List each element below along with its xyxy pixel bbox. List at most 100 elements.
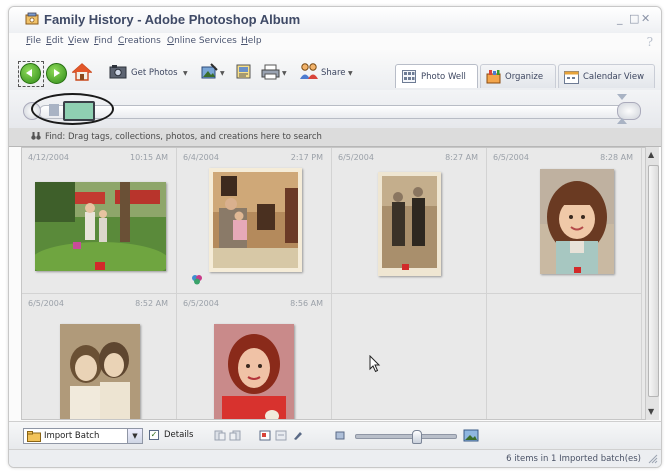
window-title: Family History - Adobe Photoshop Album <box>44 12 301 27</box>
photo-thumbnail[interactable] <box>35 182 166 271</box>
share-icon[interactable] <box>299 62 319 80</box>
photo-time: 8:28 AM <box>600 153 633 162</box>
share-dropdown-icon[interactable]: ▼ <box>348 70 353 77</box>
home-icon[interactable] <box>72 62 92 82</box>
binoculars-icon <box>31 132 41 140</box>
app-logo-icon <box>25 12 39 25</box>
bottom-toolbar: Import Batch ▼ ✓ Details <box>9 421 661 450</box>
app-window: Family History - Adobe Photoshop Album _… <box>8 6 662 468</box>
get-photos-dropdown-icon[interactable]: ▼ <box>183 70 188 77</box>
status-bar: 6 items in 1 Imported batch(es) <box>9 449 661 467</box>
photo-cell[interactable]: 6/5/2004 8:27 AM <box>332 148 487 294</box>
rotate-left-icon[interactable] <box>214 430 226 441</box>
menu-view[interactable]: View <box>68 36 89 46</box>
scroll-down-arrow-icon[interactable]: ▼ <box>648 407 654 416</box>
tag-selected-icon[interactable] <box>275 430 287 441</box>
photo-date: 6/5/2004 <box>183 299 219 308</box>
menu-file[interactable]: File <box>26 36 41 46</box>
menu-online-services[interactable]: Online Services <box>167 36 237 46</box>
arrange-select[interactable]: Import Batch ▼ <box>23 428 143 444</box>
camera-icon[interactable] <box>109 64 127 79</box>
print-dropdown-icon[interactable]: ▼ <box>282 70 287 77</box>
calendar-icon <box>564 71 579 84</box>
photo-thumbnail[interactable] <box>214 324 294 420</box>
share-button[interactable]: Share <box>321 68 346 78</box>
tab-calendar-view[interactable]: Calendar View <box>558 64 655 88</box>
scroll-up-arrow-icon[interactable]: ▲ <box>648 150 654 159</box>
vertical-scrollbar[interactable]: ▲ ▼ <box>645 147 659 420</box>
title-bar: Family History - Adobe Photoshop Album _… <box>9 7 661 33</box>
tab-calendar-view-label: Calendar View <box>583 72 645 82</box>
fix-dropdown-icon[interactable]: ▼ <box>220 70 225 77</box>
main-toolbar: Get Photos ▼ ▼ ▼ Share ▼ Photo Well Orga… <box>9 50 661 91</box>
photo-date: 6/4/2004 <box>183 153 219 162</box>
photo-cell[interactable]: 4/12/2004 10:15 AM <box>22 148 177 294</box>
close-button[interactable]: ✕ <box>641 12 650 25</box>
photo-time: 8:52 AM <box>135 299 168 308</box>
rotate-right-icon[interactable] <box>229 430 241 441</box>
empty-cell <box>332 294 487 419</box>
arrange-select-value: Import Batch <box>44 431 100 441</box>
timeline-highlight-oval <box>31 93 114 125</box>
photo-cell[interactable]: 6/5/2004 8:56 AM <box>177 294 332 420</box>
status-text: 6 items in 1 Imported batch(es) <box>506 454 641 464</box>
photo-time: 10:15 AM <box>130 153 168 162</box>
scroll-thumb[interactable] <box>648 165 659 397</box>
photo-time: 8:27 AM <box>445 153 478 162</box>
delete-icon[interactable] <box>292 430 304 441</box>
empty-cell <box>487 294 642 419</box>
details-checkbox[interactable]: ✓ <box>149 430 159 440</box>
menu-creations[interactable]: Creations <box>118 36 161 46</box>
small-thumbnail-icon[interactable] <box>335 431 345 440</box>
resize-grip-icon[interactable] <box>648 454 658 464</box>
photo-well-grid: 4/12/2004 10:15 AM 6/4/2004 2:17 PM 6/5/… <box>21 147 647 420</box>
photo-date: 6/5/2004 <box>28 299 64 308</box>
slideshow-icon[interactable] <box>235 63 252 80</box>
find-bar-text: Find: Drag tags, collections, photos, an… <box>45 132 322 142</box>
timeline-end-marker[interactable] <box>617 94 627 124</box>
photo-time: 8:56 AM <box>290 299 323 308</box>
timeline <box>9 90 661 129</box>
find-bar[interactable]: Find: Drag tags, collections, photos, an… <box>9 128 661 147</box>
chevron-down-icon[interactable]: ▼ <box>127 429 142 443</box>
timeline-track[interactable] <box>39 105 631 119</box>
menu-find[interactable]: Find <box>94 36 112 46</box>
folder-icon <box>27 431 41 442</box>
tab-photo-well-label: Photo Well <box>421 72 466 82</box>
print-icon[interactable] <box>261 64 280 80</box>
photo-well-icon <box>402 70 416 83</box>
menu-help[interactable]: Help <box>241 36 262 46</box>
help-icon[interactable]: ? <box>647 35 653 49</box>
photo-thumbnail[interactable] <box>378 172 441 276</box>
photo-cell[interactable]: 6/4/2004 2:17 PM <box>177 148 332 294</box>
back-arrow-icon[interactable] <box>20 63 41 84</box>
organize-icon <box>486 70 501 84</box>
tab-organize-label: Organize <box>505 72 544 82</box>
minimize-button[interactable]: _ <box>617 12 623 25</box>
menu-bar: File Edit View Find Creations Online Ser… <box>9 33 661 50</box>
thumbnail-size-slider[interactable] <box>355 430 457 444</box>
photo-cell[interactable]: 6/5/2004 8:52 AM <box>22 294 177 420</box>
photo-date: 4/12/2004 <box>28 153 70 162</box>
tab-photo-well[interactable]: Photo Well <box>395 64 478 88</box>
fix-photo-icon[interactable] <box>201 63 218 80</box>
photo-thumbnail[interactable] <box>540 169 614 274</box>
photo-date: 6/5/2004 <box>493 153 529 162</box>
photo-cell[interactable]: 6/5/2004 8:28 AM <box>487 148 642 294</box>
menu-edit[interactable]: Edit <box>46 36 63 46</box>
photo-time: 2:17 PM <box>290 153 323 162</box>
restore-button[interactable]: □ <box>629 12 639 25</box>
photo-date: 6/5/2004 <box>338 153 374 162</box>
photo-thumbnail[interactable] <box>60 324 140 420</box>
details-label: Details <box>164 430 194 440</box>
photo-thumbnail[interactable] <box>209 168 302 272</box>
tag-icon[interactable] <box>191 274 203 285</box>
mouse-cursor-icon <box>369 355 381 373</box>
slider-knob[interactable] <box>412 430 422 444</box>
properties-icon[interactable] <box>259 430 271 441</box>
get-photos-button[interactable]: Get Photos <box>131 68 178 78</box>
large-thumbnail-icon[interactable] <box>463 429 479 442</box>
forward-arrow-icon[interactable] <box>46 63 67 84</box>
view-tabs: Photo Well Organize Calendar View <box>395 64 657 88</box>
tab-organize[interactable]: Organize <box>480 64 556 88</box>
